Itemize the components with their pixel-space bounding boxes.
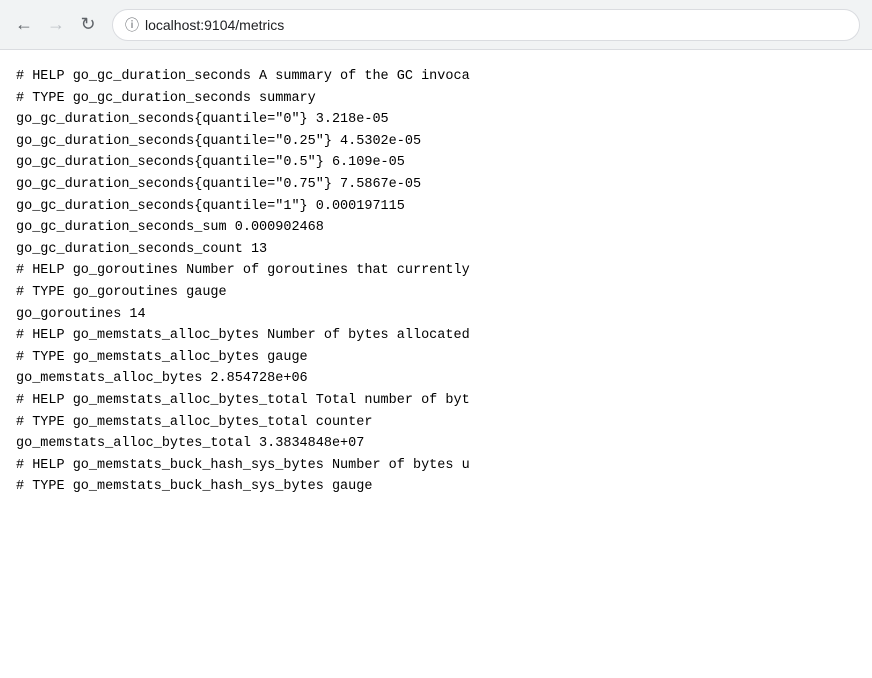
metrics-line: go_gc_duration_seconds_sum 0.000902468 (16, 217, 856, 239)
metrics-line: # TYPE go_memstats_alloc_bytes gauge (16, 347, 856, 369)
content-area: # HELP go_gc_duration_seconds A summary … (0, 50, 872, 678)
metrics-line: go_memstats_alloc_bytes_total 3.3834848e… (16, 433, 856, 455)
browser-chrome: ← → ↻ ⓘ localhost:9104/metrics (0, 0, 872, 50)
metrics-line: go_gc_duration_seconds_count 13 (16, 239, 856, 261)
info-icon: ⓘ (125, 15, 139, 35)
url-text: localhost:9104/metrics (145, 17, 284, 33)
back-button[interactable]: ← (12, 13, 36, 37)
metrics-line: go_gc_duration_seconds{quantile="0.75"} … (16, 174, 856, 196)
forward-button[interactable]: → (44, 13, 68, 37)
metrics-line: go_gc_duration_seconds{quantile="0.5"} 6… (16, 152, 856, 174)
metrics-line: # HELP go_memstats_alloc_bytes_total Tot… (16, 390, 856, 412)
metrics-line: # TYPE go_gc_duration_seconds summary (16, 88, 856, 110)
metrics-line: # HELP go_memstats_buck_hash_sys_bytes N… (16, 455, 856, 477)
metrics-line: # HELP go_memstats_alloc_bytes Number of… (16, 325, 856, 347)
metrics-line: go_memstats_alloc_bytes 2.854728e+06 (16, 368, 856, 390)
metrics-line: go_gc_duration_seconds{quantile="0"} 3.2… (16, 109, 856, 131)
address-bar[interactable]: ⓘ localhost:9104/metrics (112, 9, 860, 41)
metrics-line: # HELP go_gc_duration_seconds A summary … (16, 66, 856, 88)
metrics-line: # TYPE go_memstats_buck_hash_sys_bytes g… (16, 476, 856, 498)
metrics-line: # TYPE go_memstats_alloc_bytes_total cou… (16, 412, 856, 434)
metrics-line: go_gc_duration_seconds{quantile="1"} 0.0… (16, 196, 856, 218)
nav-buttons: ← → ↻ (12, 13, 100, 37)
metrics-line: # TYPE go_goroutines gauge (16, 282, 856, 304)
refresh-button[interactable]: ↻ (76, 13, 100, 37)
metrics-line: go_goroutines 14 (16, 304, 856, 326)
metrics-line: # HELP go_goroutines Number of goroutine… (16, 260, 856, 282)
metrics-line: go_gc_duration_seconds{quantile="0.25"} … (16, 131, 856, 153)
